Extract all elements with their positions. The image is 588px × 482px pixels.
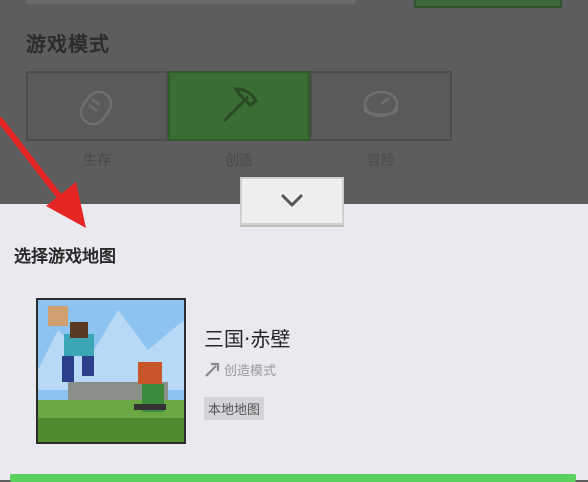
map-tag-badge: 本地地图 <box>204 397 265 420</box>
mode-adventure-label: 冒险 <box>367 153 395 169</box>
map-name: 三国·赤壁 <box>204 327 291 351</box>
world-name-field <box>26 0 356 4</box>
collapse-sheet-button[interactable] <box>240 177 344 225</box>
create-button[interactable] <box>10 474 576 482</box>
pickaxe-icon <box>205 362 220 377</box>
mode-adventure-button[interactable] <box>310 71 452 141</box>
map-thumbnail-image <box>38 300 184 442</box>
pickaxe-icon <box>222 87 258 123</box>
mode-creative-label: 创造 <box>225 153 253 169</box>
map-thumbnail[interactable] <box>36 298 186 444</box>
compass-icon <box>363 90 399 118</box>
game-mode-title: 游戏模式 <box>26 32 110 56</box>
select-map-title: 选择游戏地图 <box>14 247 116 267</box>
map-mode: 创造模式 <box>204 360 276 379</box>
mode-creative-button[interactable] <box>168 71 310 141</box>
top-green-button <box>414 0 562 8</box>
red-arrow-annotation <box>0 117 86 228</box>
chevron-down-icon <box>281 194 303 207</box>
map-mode-label: 创造模式 <box>224 364 277 379</box>
